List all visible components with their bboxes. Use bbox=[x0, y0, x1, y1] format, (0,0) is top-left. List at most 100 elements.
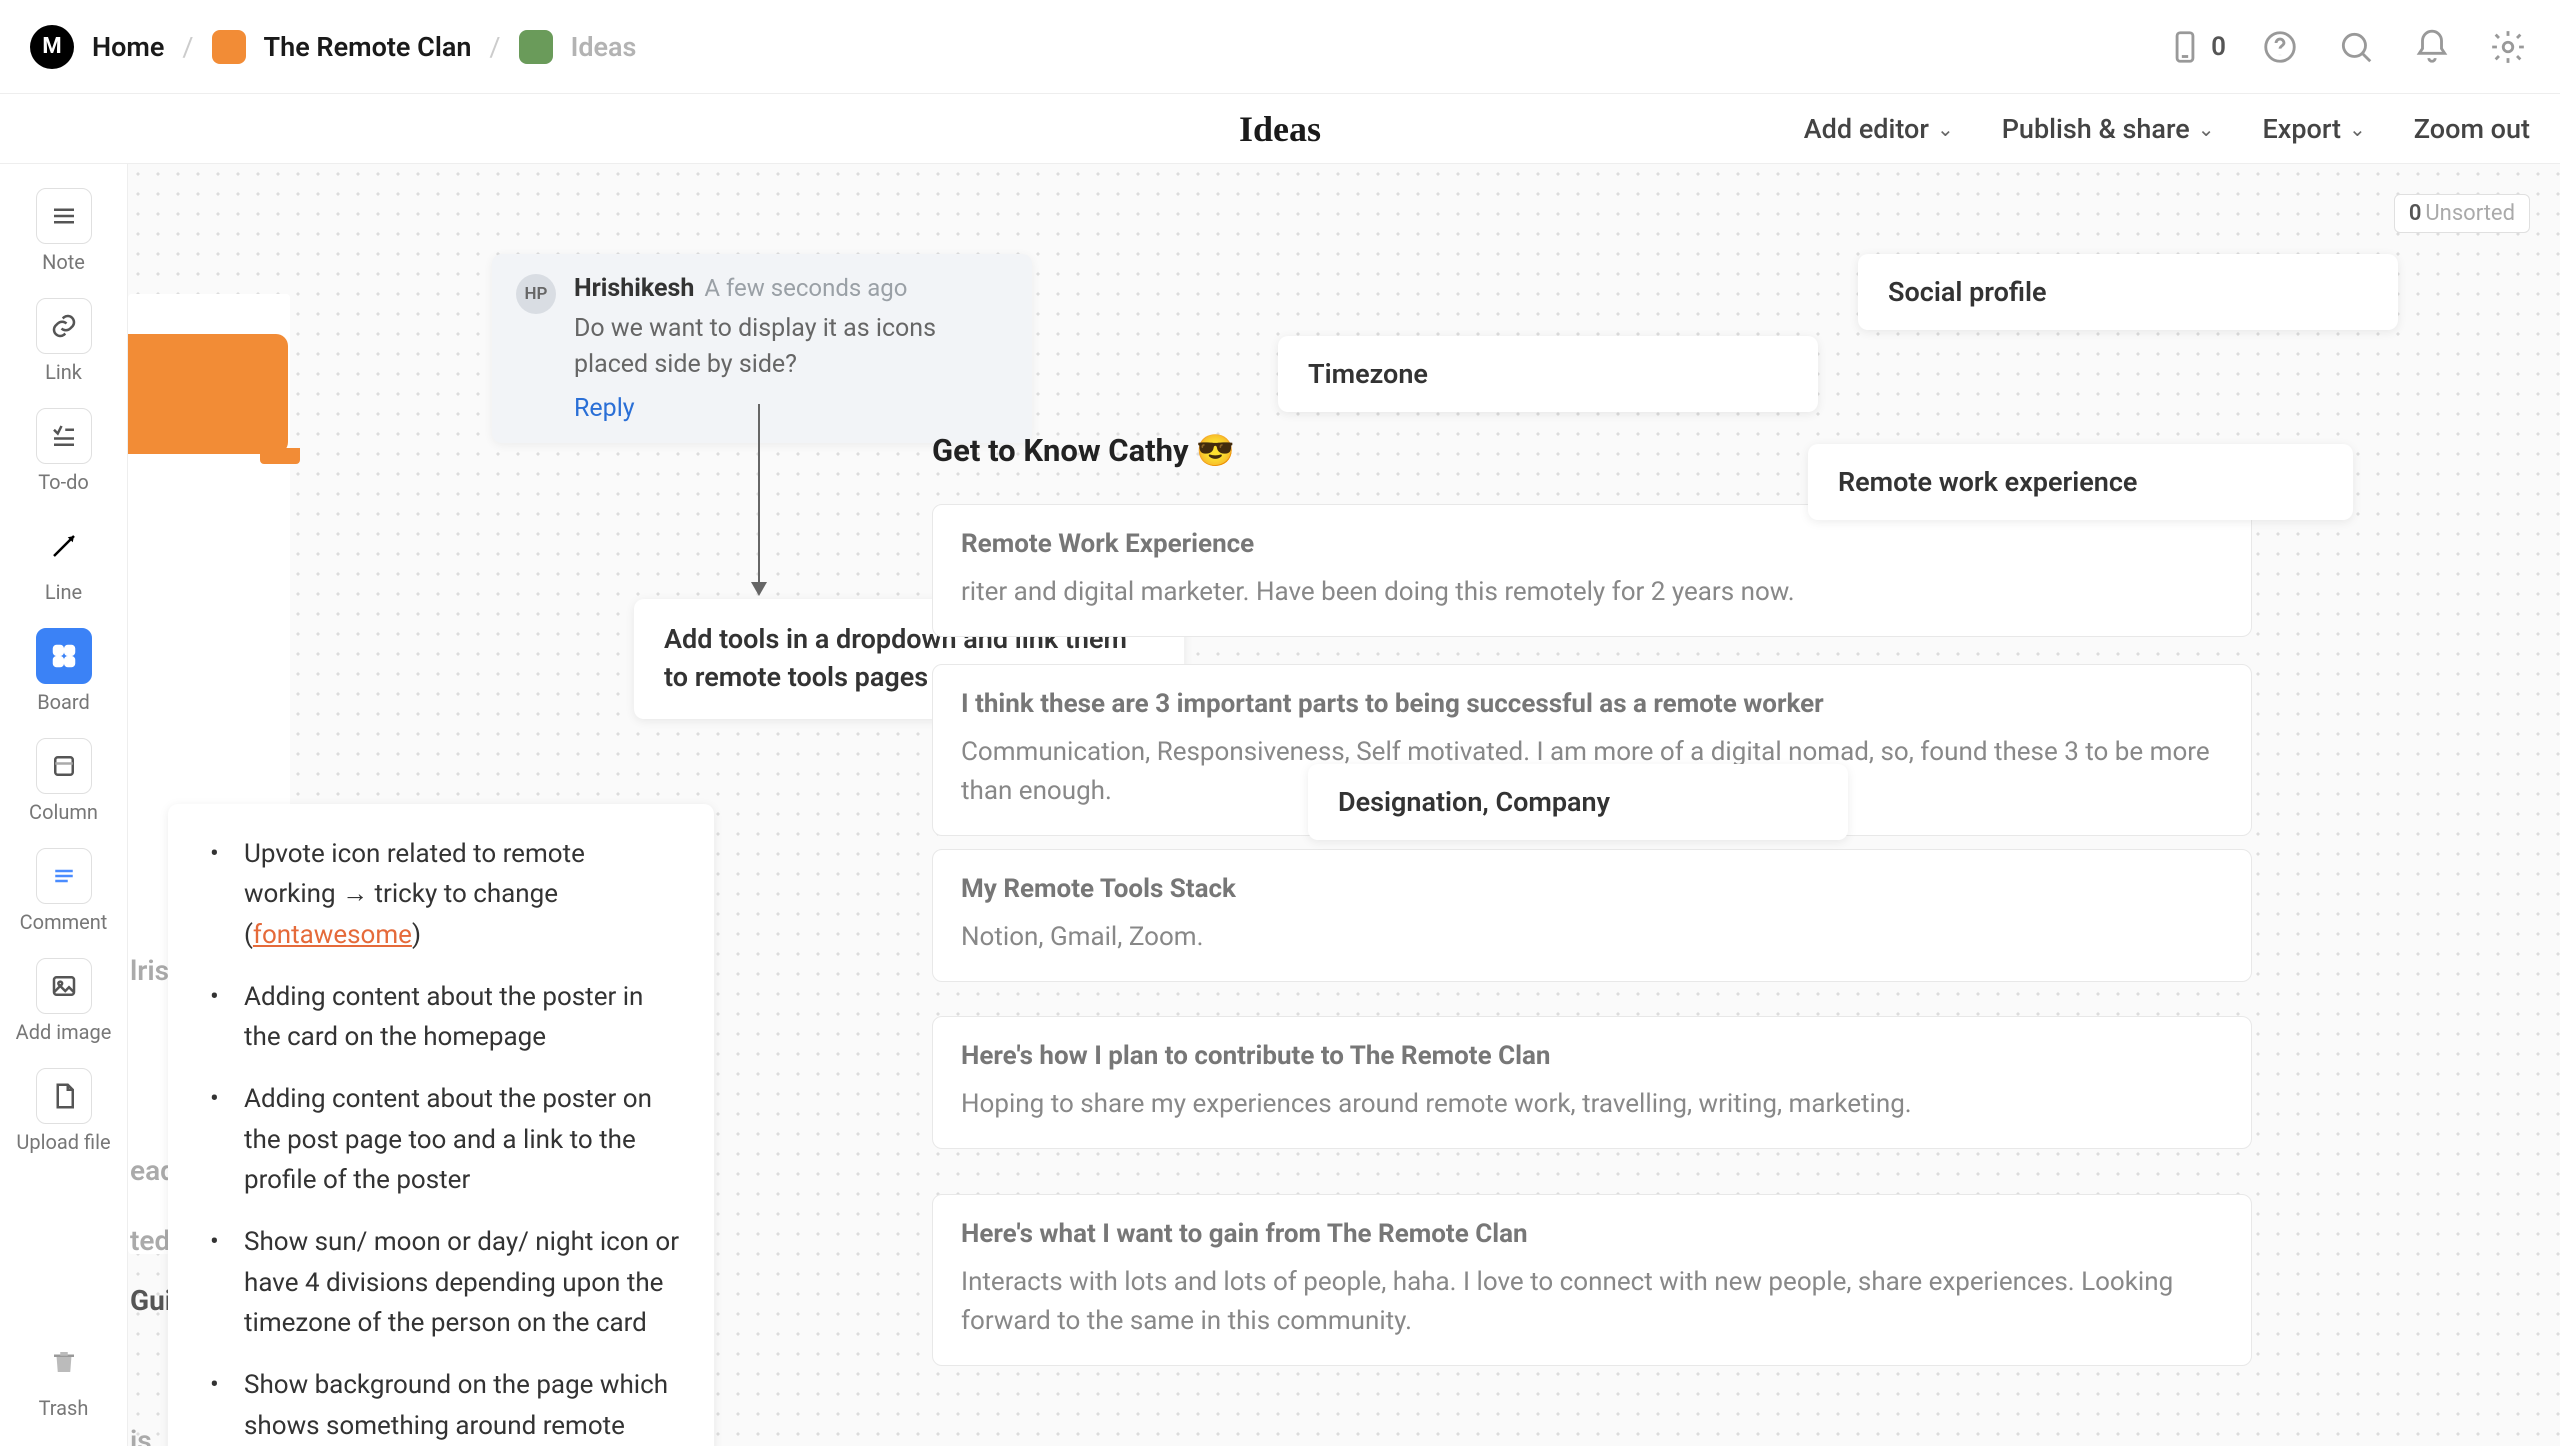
list-item: Upvote icon related to remote working → … bbox=[202, 834, 680, 955]
board-icon bbox=[36, 628, 92, 684]
chevron-down-icon: ⌄ bbox=[1937, 117, 1954, 141]
tool-line[interactable]: Line bbox=[0, 512, 127, 610]
bg-orange-shape bbox=[128, 334, 288, 454]
tool-line-label: Line bbox=[45, 580, 82, 604]
comment-author: Hrishikesh bbox=[574, 274, 694, 303]
arrow-line bbox=[758, 404, 760, 584]
zoom-out-button[interactable]: Zoom out bbox=[2414, 113, 2530, 145]
tool-upload-file[interactable]: Upload file bbox=[0, 1062, 127, 1160]
search-icon[interactable] bbox=[2334, 25, 2378, 69]
breadcrumb: M Home / The Remote Clan / Ideas bbox=[30, 25, 636, 69]
profile-card[interactable]: Here's how I plan to contribute to The R… bbox=[932, 1016, 2252, 1149]
profile-card-text: Notion, Gmail, Zoom. bbox=[961, 918, 2223, 957]
unsorted-badge[interactable]: 0Unsorted bbox=[2394, 194, 2530, 233]
canvas[interactable]: 0Unsorted lrish ead ted Guic is HP Hrish… bbox=[128, 164, 2560, 1446]
left-toolbar: Note Link To-do Line Board Column Commen… bbox=[0, 164, 128, 1446]
note-icon bbox=[36, 188, 92, 244]
main: Note Link To-do Line Board Column Commen… bbox=[0, 164, 2560, 1446]
tool-add-image[interactable]: Add image bbox=[0, 952, 127, 1050]
file-icon bbox=[36, 1068, 92, 1124]
comment-time: A few seconds ago bbox=[704, 274, 907, 302]
export-button[interactable]: Export⌄ bbox=[2263, 113, 2366, 145]
note-card-designation[interactable]: Designation, Company bbox=[1308, 764, 1848, 840]
app-logo[interactable]: M bbox=[30, 25, 74, 69]
tool-link-label: Link bbox=[45, 360, 82, 384]
comment-text: Do we want to display it as icons placed… bbox=[574, 311, 954, 384]
avatar: HP bbox=[516, 274, 556, 314]
profile-card[interactable]: Remote Work Experience riter and digital… bbox=[932, 504, 2252, 637]
tool-note-label: Note bbox=[42, 250, 85, 274]
page-title: Ideas bbox=[1239, 108, 1321, 150]
profile-card[interactable]: My Remote Tools Stack Notion, Gmail, Zoo… bbox=[932, 849, 2252, 982]
tool-add-image-label: Add image bbox=[16, 1020, 112, 1044]
image-icon bbox=[36, 958, 92, 1014]
tool-comment[interactable]: Comment bbox=[0, 842, 127, 940]
breadcrumb-workspace[interactable]: The Remote Clan bbox=[264, 31, 472, 63]
notes-list: Upvote icon related to remote working → … bbox=[202, 834, 680, 1446]
profile-card-title: My Remote Tools Stack bbox=[961, 874, 2223, 904]
comment-reply-button[interactable]: Reply bbox=[574, 394, 954, 423]
breadcrumb-sep: / bbox=[489, 31, 500, 63]
unsorted-label: Unsorted bbox=[2425, 201, 2515, 226]
publish-share-button[interactable]: Publish & share⌄ bbox=[2002, 113, 2215, 145]
tool-link[interactable]: Link bbox=[0, 292, 127, 390]
breadcrumb-home[interactable]: Home bbox=[92, 31, 164, 63]
comment-body: Hrishikesh A few seconds ago Do we want t… bbox=[574, 274, 954, 423]
tool-comment-label: Comment bbox=[20, 910, 108, 934]
profile-card-title: I think these are 3 important parts to b… bbox=[961, 689, 2223, 719]
trash-icon bbox=[36, 1334, 92, 1390]
fontawesome-link[interactable]: fontawesome bbox=[253, 920, 412, 950]
breadcrumb-sep: / bbox=[182, 31, 193, 63]
tool-board[interactable]: Board bbox=[0, 622, 127, 720]
viewers-number: 0 bbox=[2211, 32, 2226, 62]
profile-card-text: Interacts with lots and lots of people, … bbox=[961, 1263, 2223, 1341]
profile-card-title: Here's what I want to gain from The Remo… bbox=[961, 1219, 2223, 1249]
note-card-social-profile[interactable]: Social profile bbox=[1858, 254, 2398, 330]
note-card-timezone[interactable]: Timezone bbox=[1278, 336, 1818, 412]
tool-upload-file-label: Upload file bbox=[16, 1130, 110, 1154]
chevron-down-icon: ⌄ bbox=[2349, 117, 2366, 141]
add-editor-button[interactable]: Add editor⌄ bbox=[1804, 113, 1954, 145]
viewers-count[interactable]: 0 bbox=[2163, 25, 2226, 69]
tool-todo[interactable]: To-do bbox=[0, 402, 127, 500]
comment-icon bbox=[36, 848, 92, 904]
list-item: Adding content about the poster in the c… bbox=[202, 977, 680, 1058]
page-icon bbox=[519, 30, 553, 64]
todo-icon bbox=[36, 408, 92, 464]
profile-card-text: Hoping to share my experiences around re… bbox=[961, 1085, 2223, 1124]
help-icon[interactable] bbox=[2258, 25, 2302, 69]
profile-card-title: Here's how I plan to contribute to The R… bbox=[961, 1041, 2223, 1071]
notes-list-card[interactable]: Upvote icon related to remote working → … bbox=[168, 804, 714, 1446]
top-bar: M Home / The Remote Clan / Ideas 0 bbox=[0, 0, 2560, 94]
topbar-right: 0 bbox=[2163, 25, 2530, 69]
subheader-actions: Add editor⌄ Publish & share⌄ Export⌄ Zoo… bbox=[1804, 113, 2530, 145]
tool-trash[interactable]: Trash bbox=[0, 1328, 127, 1426]
link-icon bbox=[36, 298, 92, 354]
list-item: Adding content about the poster on the p… bbox=[202, 1079, 680, 1200]
bg-text-fragment: ted bbox=[130, 1224, 170, 1257]
profile-card[interactable]: Here's what I want to gain from The Remo… bbox=[932, 1194, 2252, 1366]
phone-icon bbox=[2163, 25, 2207, 69]
gear-icon[interactable] bbox=[2486, 25, 2530, 69]
arrow-head-icon bbox=[751, 582, 767, 596]
tool-todo-label: To-do bbox=[38, 470, 89, 494]
column-icon bbox=[36, 738, 92, 794]
tool-column[interactable]: Column bbox=[0, 732, 127, 830]
profile-card-title: Remote Work Experience bbox=[961, 529, 2223, 559]
sub-header: Ideas Add editor⌄ Publish & share⌄ Expor… bbox=[0, 94, 2560, 164]
unsorted-count: 0 bbox=[2409, 201, 2422, 226]
tool-note[interactable]: Note bbox=[0, 182, 127, 280]
breadcrumb-page[interactable]: Ideas bbox=[571, 31, 637, 63]
line-icon bbox=[36, 518, 92, 574]
tool-trash-label: Trash bbox=[39, 1396, 89, 1420]
chevron-down-icon: ⌄ bbox=[2198, 117, 2215, 141]
profile-heading: Get to Know Cathy 😎 bbox=[932, 432, 1235, 469]
list-item: Show background on the page which shows … bbox=[202, 1365, 680, 1446]
comment-bubble[interactable]: HP Hrishikesh A few seconds ago Do we wan… bbox=[492, 254, 1032, 443]
list-item: Show sun/ moon or day/ night icon or hav… bbox=[202, 1222, 680, 1343]
bg-text-fragment: is bbox=[130, 1424, 152, 1446]
bell-icon[interactable] bbox=[2410, 25, 2454, 69]
tool-column-label: Column bbox=[29, 800, 98, 824]
tool-board-label: Board bbox=[37, 690, 90, 714]
note-card-remote-work-exp[interactable]: Remote work experience bbox=[1808, 444, 2353, 520]
